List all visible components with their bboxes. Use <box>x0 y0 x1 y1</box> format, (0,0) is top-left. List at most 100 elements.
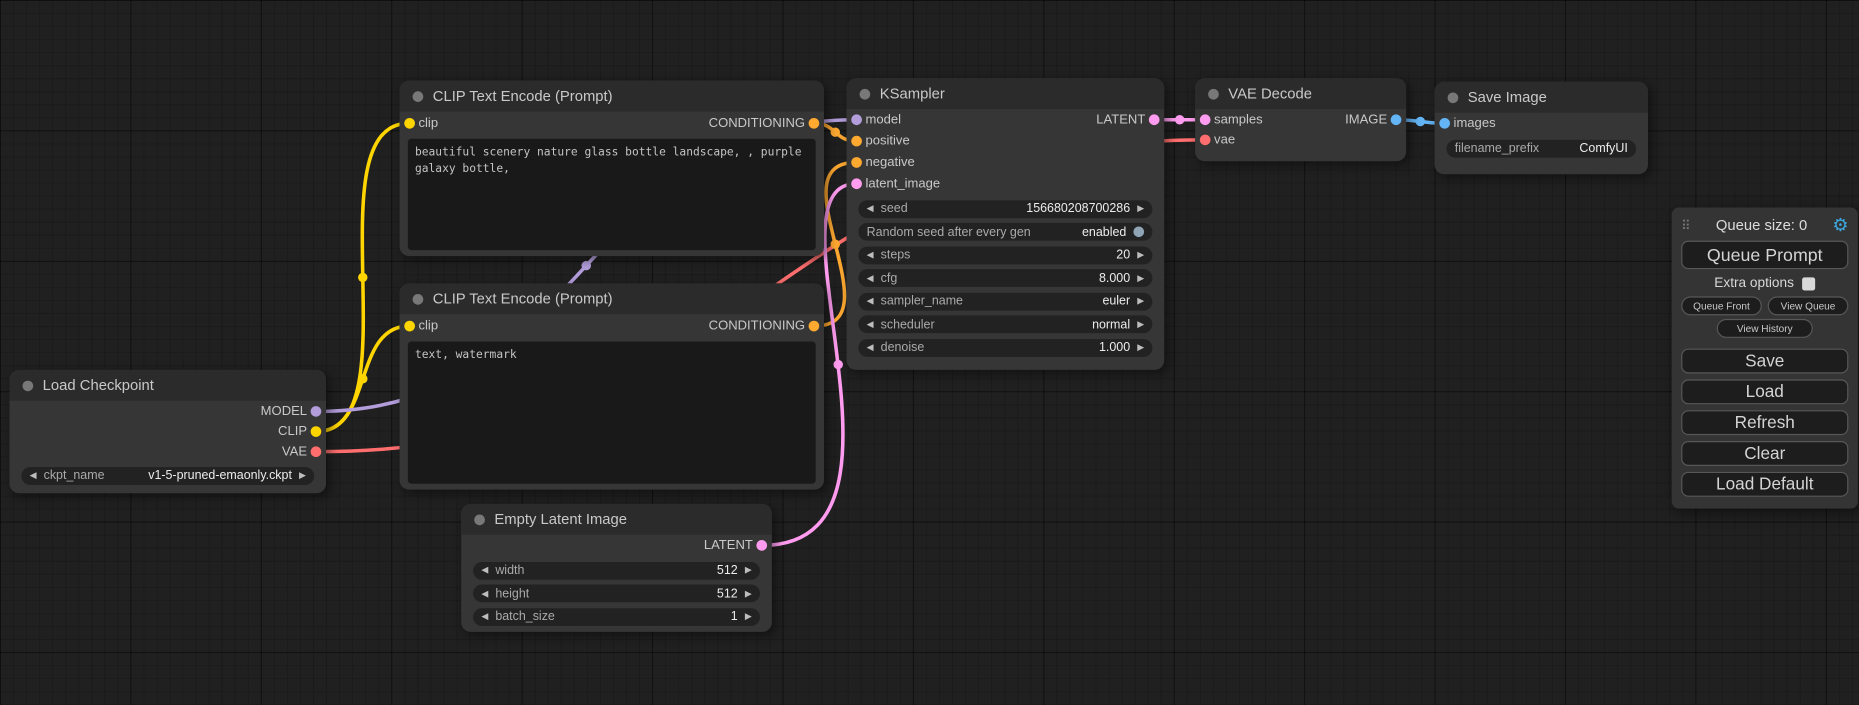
queue-prompt-button[interactable]: Queue Prompt <box>1681 241 1848 269</box>
node-title-bar[interactable]: VAE Decode <box>1195 78 1406 109</box>
output-label-latent: LATENT <box>704 538 753 552</box>
output-dot-clip[interactable] <box>311 426 322 437</box>
widget-name: seed <box>881 202 908 216</box>
output-dot-vae[interactable] <box>311 446 322 457</box>
view-history-button[interactable]: View History <box>1716 319 1813 338</box>
widget-value: euler <box>1102 294 1130 308</box>
input-dot-images[interactable] <box>1439 118 1450 129</box>
input-dot-model[interactable] <box>851 114 862 125</box>
widget-filename-prefix[interactable]: filename_prefix ComfyUI <box>1446 139 1636 157</box>
widget-denoise[interactable]: ◀ denoise 1.000 ▶ <box>858 338 1152 356</box>
graph-canvas[interactable]: Load Checkpoint MODEL CLIP VAE ◀ ckpt_na… <box>0 0 1859 705</box>
widget-name: height <box>495 586 529 600</box>
decrement-icon[interactable]: ◀ <box>30 471 37 480</box>
decrement-icon[interactable]: ◀ <box>481 612 488 621</box>
node-collapse-icon[interactable] <box>413 91 424 102</box>
output-dot-conditioning[interactable] <box>809 118 820 129</box>
node-clip-text-encode-positive[interactable]: CLIP Text Encode (Prompt) clip CONDITION… <box>400 81 824 256</box>
node-collapse-icon[interactable] <box>413 293 424 304</box>
input-dot-clip[interactable] <box>404 321 415 332</box>
load-default-button[interactable]: Load Default <box>1681 472 1848 497</box>
save-button[interactable]: Save <box>1681 349 1848 374</box>
node-title-bar[interactable]: Load Checkpoint <box>9 370 326 401</box>
node-save-image[interactable]: Save Image images filename_prefix ComfyU… <box>1435 82 1648 174</box>
node-title-bar[interactable]: KSampler <box>847 78 1165 109</box>
node-title-bar[interactable]: Save Image <box>1435 82 1648 113</box>
increment-icon[interactable]: ▶ <box>745 589 752 598</box>
increment-icon[interactable]: ▶ <box>1137 274 1144 283</box>
widget-name: cfg <box>881 271 898 285</box>
widget-height[interactable]: ◀ height 512 ▶ <box>473 585 760 603</box>
decrement-icon[interactable]: ◀ <box>867 274 874 283</box>
link-dot-negative <box>831 239 840 248</box>
widget-random-seed-toggle[interactable]: Random seed after every gen enabled <box>858 223 1152 241</box>
node-vae-decode[interactable]: VAE Decode samples IMAGE vae <box>1195 78 1406 161</box>
load-button[interactable]: Load <box>1681 379 1848 404</box>
input-dot-clip[interactable] <box>404 118 415 129</box>
node-title-bar[interactable]: CLIP Text Encode (Prompt) <box>400 283 824 314</box>
increment-icon[interactable]: ▶ <box>1137 250 1144 259</box>
settings-gear-icon[interactable]: ⚙ <box>1832 216 1848 234</box>
decrement-icon[interactable]: ◀ <box>867 250 874 259</box>
widget-steps[interactable]: ◀ steps 20 ▶ <box>858 246 1152 264</box>
positive-prompt-textarea[interactable]: beautiful scenery nature glass bottle la… <box>408 139 816 250</box>
increment-icon[interactable]: ▶ <box>299 471 306 480</box>
widget-width[interactable]: ◀ width 512 ▶ <box>473 561 760 579</box>
widget-sampler-name[interactable]: ◀ sampler_name euler ▶ <box>858 292 1152 310</box>
widget-seed[interactable]: ◀ seed 156680208700286 ▶ <box>858 200 1152 218</box>
output-dot-latent[interactable] <box>756 540 767 551</box>
link-dot-clip-2 <box>358 374 367 383</box>
increment-icon[interactable]: ▶ <box>745 566 752 575</box>
history-row: View History <box>1681 319 1848 338</box>
output-dot-image[interactable] <box>1391 114 1402 125</box>
node-empty-latent-image[interactable]: Empty Latent Image LATENT ◀ width 512 ▶ … <box>461 504 772 632</box>
increment-icon[interactable]: ▶ <box>1137 343 1144 352</box>
drag-handle-icon[interactable]: ⠿ <box>1681 218 1691 233</box>
input-dot-vae[interactable] <box>1200 134 1211 145</box>
widget-batch-size[interactable]: ◀ batch_size 1 ▶ <box>473 608 760 626</box>
view-queue-button[interactable]: View Queue <box>1768 296 1849 315</box>
increment-icon[interactable]: ▶ <box>1137 204 1144 213</box>
widget-cfg[interactable]: ◀ cfg 8.000 ▶ <box>858 269 1152 287</box>
input-label-positive: positive <box>865 134 909 148</box>
node-collapse-icon[interactable] <box>1208 88 1219 99</box>
decrement-icon[interactable]: ◀ <box>867 320 874 329</box>
increment-icon[interactable]: ▶ <box>1137 297 1144 306</box>
refresh-button[interactable]: Refresh <box>1681 410 1848 435</box>
node-clip-text-encode-negative[interactable]: CLIP Text Encode (Prompt) clip CONDITION… <box>400 283 824 489</box>
clear-button[interactable]: Clear <box>1681 441 1848 466</box>
input-label-model: model <box>865 113 901 127</box>
negative-prompt-textarea[interactable]: text, watermark <box>408 341 816 483</box>
decrement-icon[interactable]: ◀ <box>481 566 488 575</box>
decrement-icon[interactable]: ◀ <box>867 204 874 213</box>
widget-scheduler[interactable]: ◀ scheduler normal ▶ <box>858 315 1152 333</box>
node-collapse-icon[interactable] <box>1448 92 1459 103</box>
widget-name: steps <box>881 248 911 262</box>
input-dot-negative[interactable] <box>851 157 862 168</box>
node-ksampler[interactable]: KSampler model LATENT positive negative … <box>847 78 1165 370</box>
toggle-indicator-icon[interactable] <box>1133 226 1144 237</box>
node-title-bar[interactable]: CLIP Text Encode (Prompt) <box>400 81 824 112</box>
extra-options-checkbox[interactable] <box>1802 277 1815 290</box>
input-dot-positive[interactable] <box>851 136 862 147</box>
increment-icon[interactable]: ▶ <box>745 612 752 621</box>
output-dot-conditioning[interactable] <box>809 321 820 332</box>
increment-icon[interactable]: ▶ <box>1137 320 1144 329</box>
link-dot-model <box>582 261 591 270</box>
node-collapse-icon[interactable] <box>474 514 485 525</box>
queue-front-button[interactable]: Queue Front <box>1681 296 1762 315</box>
input-dot-latent-image[interactable] <box>851 178 862 189</box>
node-collapse-icon[interactable] <box>860 88 871 99</box>
node-title-bar[interactable]: Empty Latent Image <box>461 504 772 535</box>
decrement-icon[interactable]: ◀ <box>867 297 874 306</box>
input-dot-samples[interactable] <box>1200 114 1211 125</box>
widget-ckpt-name[interactable]: ◀ ckpt_name v1-5-pruned-emaonly.ckpt ▶ <box>21 467 314 485</box>
output-dot-model[interactable] <box>311 405 322 416</box>
decrement-icon[interactable]: ◀ <box>867 343 874 352</box>
decrement-icon[interactable]: ◀ <box>481 589 488 598</box>
node-load-checkpoint[interactable]: Load Checkpoint MODEL CLIP VAE ◀ ckpt_na… <box>9 370 326 493</box>
widget-value: 156680208700286 <box>1026 202 1130 216</box>
node-collapse-icon[interactable] <box>23 380 34 391</box>
output-dot-latent[interactable] <box>1149 114 1160 125</box>
link-dot-latent-1 <box>833 360 842 369</box>
